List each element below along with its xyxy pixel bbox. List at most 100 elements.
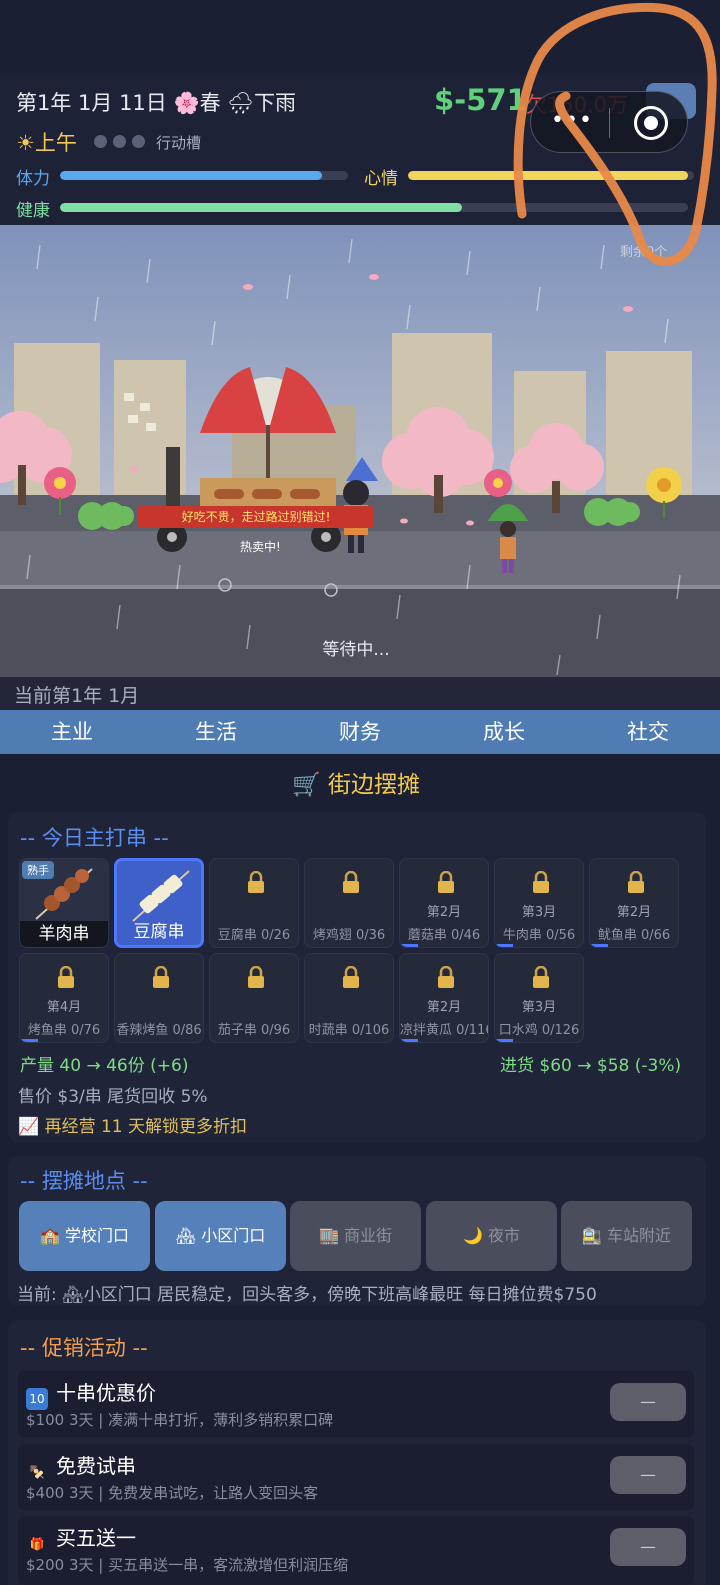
tab-growth[interactable]: 成长: [432, 710, 576, 754]
status-header: 第1年 1月 11日 🌸春 🌧下雨 $-571 欠150.0万 ••• ☀上午 …: [0, 75, 720, 225]
stamina-label: 体力: [16, 169, 50, 189]
health-label: 健康: [16, 201, 50, 221]
skewer-tile[interactable]: 香辣烤鱼 0/86: [114, 953, 204, 1043]
health-bar-fill: [60, 203, 462, 212]
promotion-description: $100 3天 | 凑满十串打折，薄利多销积累口碑: [26, 1411, 334, 1429]
promotion-title-text: 十串优惠价: [56, 1381, 156, 1405]
output-label: 产量 40 → 46份 (+6): [20, 1056, 189, 1076]
skewer-tile[interactable]: 第4月烤鱼串 0/76: [19, 953, 109, 1043]
time-of-day-label: ☀上午: [16, 131, 77, 155]
lock-icon: [438, 871, 454, 893]
skewer-tile[interactable]: 第2月蘑菇串 0/46: [399, 858, 489, 948]
skewer-tile[interactable]: 第2月 凉拌黄瓜 0/116: [399, 953, 489, 1043]
skewer-icon: [132, 870, 190, 922]
close-target-icon[interactable]: [634, 106, 668, 140]
unlock-month-label: 第4月: [46, 1000, 82, 1015]
location-station-button[interactable]: 🚉 车站附近: [561, 1201, 692, 1271]
tab-finance[interactable]: 财务: [288, 710, 432, 754]
skewer-tile[interactable]: 时蔬串 0/106: [304, 953, 394, 1043]
skewer-name: 烤鸡翅 0/36: [312, 928, 386, 943]
more-menu-icon[interactable]: •••: [551, 110, 592, 134]
lock-icon: [628, 871, 644, 893]
skewer-name: 羊肉串: [20, 921, 108, 947]
skewer-tile[interactable]: 豆腐串 0/26: [209, 858, 299, 948]
unlock-month-label: 第3月: [521, 1000, 557, 1015]
skewer-tile[interactable]: 第2月 鱿鱼串 0/66: [589, 858, 679, 948]
lock-icon: [438, 966, 454, 988]
skewer-icon: 🍢: [29, 1465, 45, 1479]
unlock-month-label: 第2月: [426, 1000, 462, 1015]
lock-icon: [153, 966, 169, 988]
gift-icon: 🎁: [29, 1537, 45, 1551]
current-location-description: 当前: 🏘小区门口 居民稳定，回头客多，傍晚下班高峰最旺 每日摊位费$750: [17, 1285, 597, 1305]
skewer-name: 烤鱼串 0/76: [27, 1023, 101, 1038]
promotion-description: $400 3天 | 免费发串试吃，让路人变回头客: [26, 1484, 319, 1502]
skewer-tile[interactable]: 豆腐串: [114, 858, 204, 948]
skewer-name: 豆腐串: [133, 922, 185, 942]
action-slots-label: 行动槽: [156, 134, 202, 152]
skewer-tile[interactable]: 茄子串 0/96: [209, 953, 299, 1043]
mood-bar: [408, 171, 694, 180]
mood-label: 心情: [364, 169, 398, 189]
skewer-name: 口水鸡 0/126: [498, 1023, 580, 1038]
promotion-title-text: 免费试串: [56, 1454, 136, 1478]
lock-icon: [248, 871, 264, 893]
unlock-progress-bar: [400, 944, 418, 947]
date-weather-label: 第1年 1月 11日 🌸春 🌧下雨: [16, 91, 296, 115]
promotion-row: 🎁 买五送一 $200 3天 | 买五串送一串，客流激增但利润压缩 —: [18, 1516, 694, 1585]
unlock-month-label: 第3月: [521, 905, 557, 920]
skewer-name: 香辣烤鱼 0/86: [116, 1023, 202, 1038]
promotion-heading: -- 促销活动 --: [20, 1336, 148, 1360]
promotion-row: 10 十串优惠价 $100 3天 | 凑满十串打折，薄利多销积累口碑 —: [18, 1371, 694, 1437]
unlock-progress-bar: [20, 1039, 38, 1042]
remaining-label: 剩余0个: [620, 245, 668, 260]
stamina-bar: [60, 171, 348, 180]
location-community-button[interactable]: 🏘 小区门口: [155, 1201, 286, 1271]
current-month-label: 当前第1年 1月: [14, 685, 140, 707]
main-tabs: 主业 生活 财务 成长 社交: [0, 710, 720, 754]
action-slot-dot: [94, 135, 107, 148]
mood-bar-fill: [408, 171, 689, 180]
street-scene-illustration: [0, 225, 720, 677]
unlock-month-label: 第2月: [426, 905, 462, 920]
purchase-label: 进货 $60 → $58 (-3%): [500, 1056, 682, 1076]
health-bar: [60, 203, 688, 212]
location-heading: -- 摆摊地点 --: [20, 1169, 148, 1193]
skewer-name: 豆腐串 0/26: [217, 928, 291, 943]
tab-social[interactable]: 社交: [576, 710, 720, 754]
location-night-market-button[interactable]: 🌙 夜市: [426, 1201, 557, 1271]
skewer-name: 蘑菇串 0/46: [407, 928, 481, 943]
promotion-title: 🍢 免费试串: [26, 1450, 136, 1483]
proficient-badge: 熟手: [22, 861, 54, 879]
promotion-description: $200 3天 | 买五串送一串，客流激增但利润压缩: [26, 1556, 349, 1574]
skewer-heading: -- 今日主打串 --: [20, 826, 169, 850]
promotion-title: 🎁 买五送一: [26, 1522, 136, 1555]
promotion-start-button[interactable]: —: [610, 1528, 686, 1566]
ten-badge-icon: 10: [26, 1388, 48, 1410]
unlock-progress-bar: [495, 1039, 513, 1042]
stamina-bar-fill: [60, 171, 323, 180]
tab-main-business[interactable]: 主业: [0, 710, 144, 754]
skewer-name: 鱿鱼串 0/66: [597, 928, 671, 943]
money-label: $-571: [434, 83, 527, 117]
promotion-start-button[interactable]: —: [610, 1456, 686, 1494]
action-slot-dot: [132, 135, 145, 148]
unlock-progress-bar: [495, 944, 513, 947]
hot-selling-label: 热卖中!: [240, 540, 281, 554]
location-school-button[interactable]: 🏫 学校门口: [19, 1201, 150, 1271]
skewer-tile[interactable]: 第3月牛肉串 0/56: [494, 858, 584, 948]
skewer-tile[interactable]: 烤鸡翅 0/36: [304, 858, 394, 948]
lock-icon: [343, 966, 359, 988]
skewer-tile[interactable]: 羊肉串 熟手: [19, 858, 109, 948]
skewer-name: 时蔬串 0/106: [308, 1023, 390, 1038]
promotion-row: 🍢 免费试串 $400 3天 | 免费发串试吃，让路人变回头客 —: [18, 1444, 694, 1510]
skewer-name: 牛肉串 0/56: [502, 928, 576, 943]
lock-icon: [248, 966, 264, 988]
tab-life[interactable]: 生活: [144, 710, 288, 754]
discount-hint: 📈 再经营 11 天解锁更多折扣: [18, 1117, 248, 1137]
street-scene: 剩余0个 好吃不贵，走过路过别错过! 热卖中! 等待中...: [0, 225, 720, 677]
skewer-tile[interactable]: 第3月口水鸡 0/126: [494, 953, 584, 1043]
promotion-start-button[interactable]: —: [610, 1383, 686, 1421]
location-commercial-street-button[interactable]: 🏬 商业街: [290, 1201, 421, 1271]
price-label: 售价 $3/串 尾货回收 5%: [18, 1087, 208, 1107]
